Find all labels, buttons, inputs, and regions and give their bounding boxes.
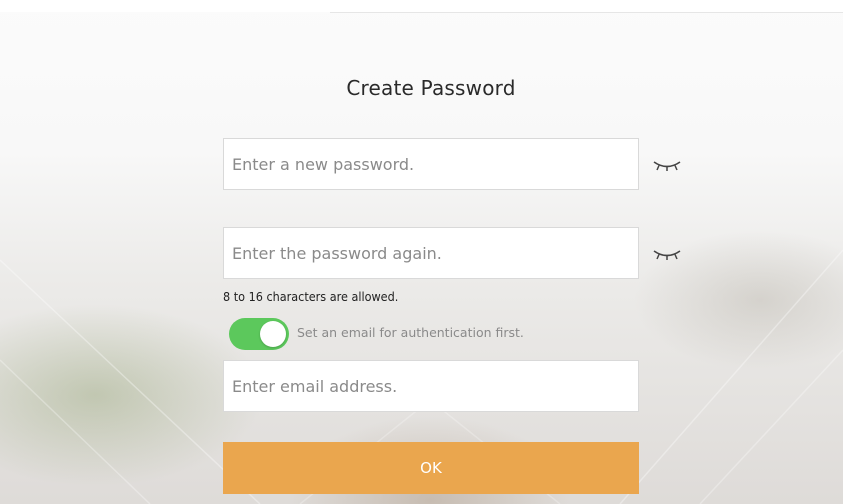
password-hint: 8 to 16 characters are allowed. (223, 289, 399, 304)
top-strip (0, 0, 843, 12)
email-auth-toggle[interactable] (229, 318, 289, 350)
top-divider (330, 12, 843, 13)
email-input[interactable] (224, 361, 638, 411)
eye-closed-icon[interactable] (651, 244, 683, 264)
new-password-input[interactable] (224, 139, 638, 189)
page-title: Create Password (346, 76, 516, 100)
ok-button[interactable]: OK (223, 442, 639, 494)
email-field[interactable] (223, 360, 639, 412)
confirm-password-field[interactable] (223, 227, 639, 279)
eye-closed-icon[interactable] (651, 155, 683, 175)
email-auth-toggle-label: Set an email for authentication first. (297, 325, 524, 340)
create-password-screen: Create Password 8 to 16 characters are a… (0, 0, 843, 504)
new-password-field[interactable] (223, 138, 639, 190)
confirm-password-input[interactable] (224, 228, 638, 278)
toggle-knob (260, 321, 286, 347)
